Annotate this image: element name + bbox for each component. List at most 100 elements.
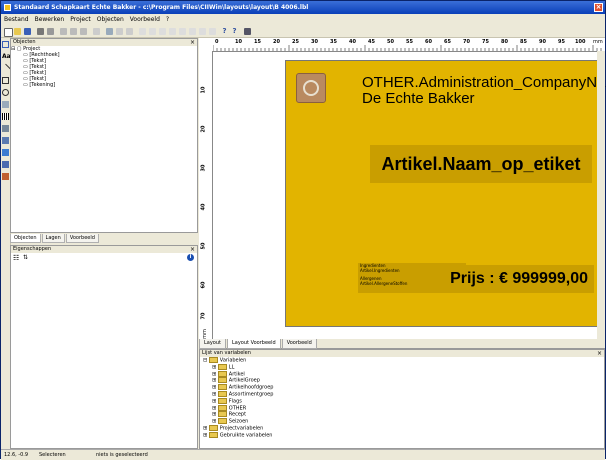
ruler-label: 70: [200, 312, 207, 320]
tree-item[interactable]: ⊞ Gebruikte variabelen: [203, 431, 604, 439]
objects-panel-header: Objecten ×: [11, 39, 197, 46]
folder-icon: [217, 384, 227, 391]
tree-item[interactable]: ⊞ Projectvariabelen: [203, 424, 604, 432]
tab-lagen[interactable]: Lagen: [41, 234, 65, 243]
tab-objecten[interactable]: Objecten: [10, 234, 41, 243]
ruler-label: 0: [215, 39, 219, 45]
save-icon[interactable]: [24, 28, 31, 35]
tree-item-label: Artikelhoofdgroep: [228, 384, 274, 391]
context-help-icon[interactable]: ?: [231, 28, 238, 35]
company-name[interactable]: OTHER.Administration_CompanyName De Echt…: [362, 75, 606, 107]
align-right-icon[interactable]: [159, 28, 166, 35]
layout-editor: 0 10 15 20 25 30 35 40 45 50 55 60 65 70…: [199, 38, 606, 339]
tree-item-label: Seizoen: [228, 418, 249, 425]
ruler-label: 60: [425, 39, 432, 45]
print-preview-icon[interactable]: [47, 28, 54, 35]
company-logo[interactable]: [296, 73, 326, 103]
folder-icon: [217, 377, 227, 384]
ruler-label: 60: [200, 281, 207, 289]
alphabetic-icon[interactable]: ⇅: [23, 254, 28, 261]
folder-icon: [217, 404, 227, 411]
price-field[interactable]: Prijs : € 999999,00: [414, 265, 594, 293]
tree-item-label: [Tekening]: [29, 82, 56, 88]
info-icon[interactable]: [244, 28, 251, 35]
tree-item[interactable]: ⊞ Recept: [203, 411, 604, 418]
text-tool-icon[interactable]: Aa: [2, 53, 11, 60]
align-center-icon[interactable]: [149, 28, 156, 35]
polygon-tool-icon[interactable]: [2, 101, 9, 108]
status-bar: 12.6, -0.9 Selecteren niets is geselecte…: [1, 449, 605, 460]
variables-panel: Lijst van variabelen × ⊟ Variabelen ⊞ LL…: [199, 349, 605, 449]
close-icon[interactable]: ×: [594, 3, 603, 12]
new-icon[interactable]: [4, 28, 13, 37]
back-icon[interactable]: [126, 28, 133, 35]
title-bar[interactable]: Standaard Schapkaart Echte Bakker - c:\P…: [1, 1, 605, 14]
align-top-icon[interactable]: [169, 28, 176, 35]
tree-item-label: Assortimentgroep: [228, 391, 274, 398]
tree-item[interactable]: ⊞ Artikelhoofdgroep: [203, 384, 604, 391]
layer-icon[interactable]: [106, 28, 113, 35]
formula-tool-icon[interactable]: [2, 161, 9, 168]
tab-layout-voorbeeld[interactable]: Layout Voorbeeld: [227, 339, 281, 349]
ellipse-tool-icon[interactable]: [2, 89, 9, 96]
tree-item[interactable]: ▭ [Tekening]: [11, 82, 197, 88]
menu-help[interactable]: ?: [163, 15, 172, 25]
barcode-tool-icon[interactable]: [2, 113, 9, 120]
align-left-icon[interactable]: [139, 28, 146, 35]
image-tool-icon[interactable]: [2, 125, 9, 132]
copy-icon[interactable]: [70, 28, 77, 35]
align-middle-icon[interactable]: [179, 28, 186, 35]
tree-item[interactable]: ⊞ LL: [203, 363, 604, 371]
folder-icon: [217, 390, 227, 397]
folder-icon: [217, 363, 227, 370]
folder-icon: [217, 370, 227, 377]
label-canvas[interactable]: OTHER.Administration_CompanyName De Echt…: [213, 52, 606, 339]
tree-item[interactable]: ⊞ Seizoen: [203, 418, 604, 425]
ruler-label: 50: [200, 242, 207, 250]
tab-voorbeeld[interactable]: Voorbeeld: [281, 339, 317, 349]
tree-item-label: Projectvariabelen: [219, 425, 264, 432]
open-icon[interactable]: [14, 28, 21, 35]
menu-objecten[interactable]: Objecten: [94, 15, 127, 25]
tree-item[interactable]: ⊞ OTHER: [203, 404, 604, 412]
table-tool-icon[interactable]: [2, 137, 9, 144]
distribute-h-icon[interactable]: [199, 28, 206, 35]
label-background[interactable]: OTHER.Administration_CompanyName De Echt…: [285, 60, 606, 327]
tree-item[interactable]: ⊞ ArtikelGroep: [203, 377, 604, 384]
tab-voorbeeld[interactable]: Voorbeeld: [65, 234, 99, 243]
folder-icon: [208, 424, 218, 431]
select-tool-icon[interactable]: [2, 41, 9, 48]
print-icon[interactable]: [37, 28, 44, 35]
paste-icon[interactable]: [80, 28, 87, 35]
info-icon[interactable]: i: [187, 254, 194, 261]
ruler-label: 65: [444, 39, 451, 45]
rectangle-tool-icon[interactable]: [2, 77, 9, 84]
editor-scrollbar[interactable]: [597, 51, 605, 339]
tree-item[interactable]: ⊞ Flags: [203, 397, 604, 405]
cut-icon[interactable]: [60, 28, 67, 35]
ruler-label: 40: [200, 203, 207, 211]
tree-item[interactable]: ⊞ Artikel: [203, 370, 604, 378]
distribute-v-icon[interactable]: [209, 28, 216, 35]
company-name-line1: OTHER.Administration_CompanyName: [362, 74, 606, 91]
tab-layout[interactable]: Layout: [199, 339, 226, 349]
ruler-label: 30: [311, 39, 318, 45]
categorized-icon[interactable]: ☷: [13, 254, 19, 262]
menu-bewerken[interactable]: Bewerken: [32, 15, 68, 25]
front-icon[interactable]: [116, 28, 123, 35]
menu-bestand[interactable]: Bestand: [1, 15, 32, 25]
chart-tool-icon[interactable]: [2, 149, 9, 156]
help-icon[interactable]: ?: [221, 28, 228, 35]
tree-item[interactable]: ⊞ Assortimentgroep: [203, 390, 604, 398]
tree-item-variabelen[interactable]: ⊟ Variabelen: [203, 357, 604, 364]
company-name-line2: De Echte Bakker: [362, 90, 475, 107]
close-icon[interactable]: ×: [190, 246, 195, 253]
align-bottom-icon[interactable]: [189, 28, 196, 35]
article-name-field[interactable]: Artikel.Naam_op_etiket: [370, 145, 592, 183]
shape-tool-icon[interactable]: [2, 173, 9, 180]
undo-icon[interactable]: [93, 28, 100, 35]
close-icon[interactable]: ×: [597, 350, 602, 357]
close-icon[interactable]: ×: [190, 39, 195, 46]
menu-voorbeeld[interactable]: Voorbeeld: [127, 15, 163, 25]
menu-project[interactable]: Project: [67, 15, 94, 25]
